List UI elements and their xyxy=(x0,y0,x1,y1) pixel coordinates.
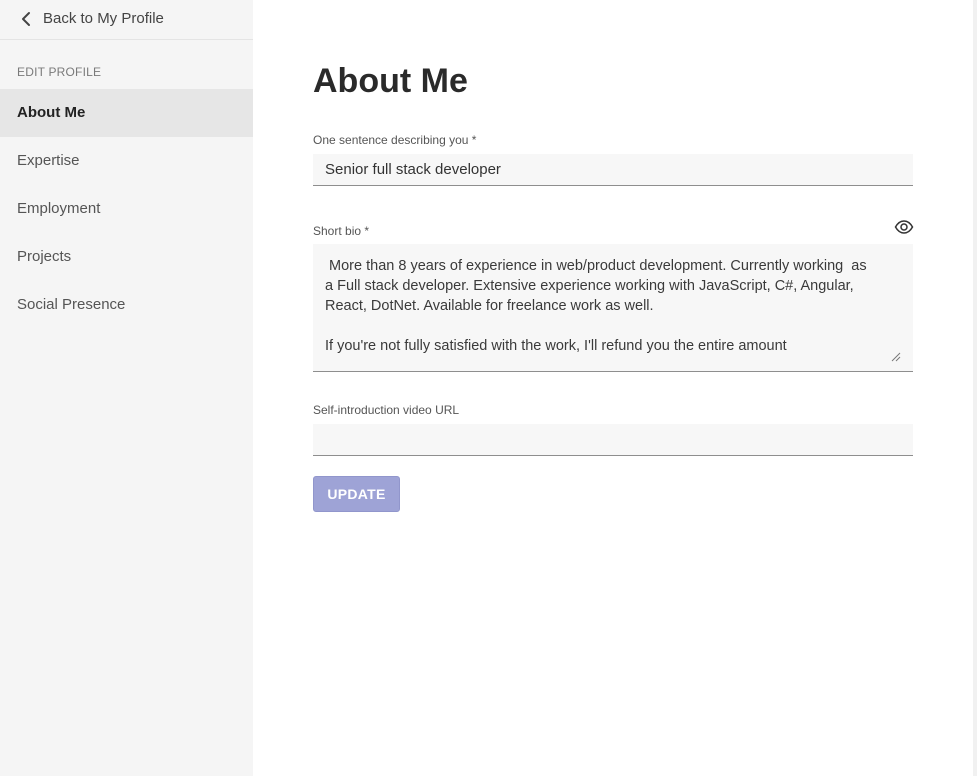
sidebar-item-social-presence[interactable]: Social Presence xyxy=(0,281,253,329)
one-sentence-input[interactable] xyxy=(313,154,913,186)
page-title: About Me xyxy=(313,62,468,100)
chevron-left-icon xyxy=(22,12,30,26)
short-bio-textarea[interactable]: More than 8 years of experience in web/p… xyxy=(313,244,913,372)
sidebar-item-projects[interactable]: Projects xyxy=(0,233,253,281)
sidebar-item-about-me[interactable]: About Me xyxy=(0,89,253,137)
sidebar: Back to My Profile EDIT PROFILE About Me… xyxy=(0,0,253,776)
resize-grip-icon[interactable] xyxy=(891,352,901,362)
short-bio-label: Short bio * xyxy=(313,224,370,238)
back-link-label: Back to My Profile xyxy=(43,10,164,27)
eye-icon[interactable] xyxy=(894,219,914,235)
sidebar-item-employment[interactable]: Employment xyxy=(0,185,253,233)
video-url-input[interactable] xyxy=(313,424,913,456)
scrollbar[interactable] xyxy=(973,0,977,776)
back-to-profile-link[interactable]: Back to My Profile xyxy=(0,0,253,40)
update-button[interactable]: UPDATE xyxy=(313,476,400,512)
section-heading: EDIT PROFILE xyxy=(17,65,102,79)
sidebar-item-expertise[interactable]: Expertise xyxy=(0,137,253,185)
one-sentence-label: One sentence describing you * xyxy=(313,133,477,147)
short-bio-text: More than 8 years of experience in web/p… xyxy=(325,258,867,354)
video-url-label: Self-introduction video URL xyxy=(313,403,460,417)
